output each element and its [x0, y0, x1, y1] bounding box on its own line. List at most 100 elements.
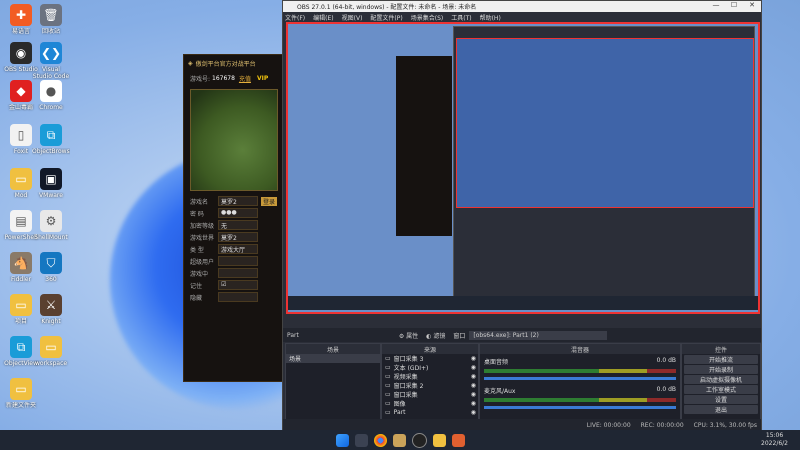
game-link[interactable]: 充值	[239, 74, 251, 83]
volume-meter	[484, 369, 676, 373]
menu-item[interactable]: 编辑(E)	[313, 13, 333, 22]
game-form-value[interactable]	[218, 268, 258, 278]
maximize-icon[interactable]: ☐	[725, 1, 743, 9]
game-form-value[interactable]	[218, 292, 258, 302]
source-item[interactable]: ▭ 文本 (GDI+) ◉	[382, 363, 478, 372]
game-form-row: 游戏中	[184, 267, 284, 279]
visibility-eye-icon[interactable]: ◉	[471, 364, 476, 371]
game-launcher-window[interactable]: ◈ 傲剑平台官方对战平台 游戏号: 167678 充值 VIP 游戏名 莫罗2 登录…	[183, 54, 285, 382]
obs-preview-canvas[interactable]	[286, 22, 760, 314]
folder-taskbar-icon[interactable]	[432, 433, 446, 447]
desktop-icon[interactable]: ▭ 新建文件夹	[2, 378, 40, 416]
obs-window[interactable]: OBS 27.0.1 (64-bit, windows) - 配置文件: 未命名…	[282, 0, 762, 432]
desktop-icon-label: workspace	[34, 360, 68, 367]
desktop-icon[interactable]: ⛉ 360	[32, 252, 70, 290]
control-button[interactable]: 启动虚拟摄像机	[684, 375, 758, 384]
source-item[interactable]: ▭ 窗口采集 3 ◉	[382, 354, 478, 363]
visibility-eye-icon[interactable]: ◉	[471, 355, 476, 362]
system-clock[interactable]: 15:06 2022/6/2	[761, 432, 788, 448]
visibility-eye-icon[interactable]: ◉	[471, 382, 476, 389]
windows-start-icon[interactable]	[335, 433, 349, 447]
source-item[interactable]: ▭ 窗口采集 ◉	[382, 390, 478, 399]
app-taskbar-icon[interactable]	[451, 433, 465, 447]
window-select[interactable]: [obs64.exe]: Part1 (2)	[469, 330, 608, 340]
source-label: Part	[393, 409, 406, 416]
game-login-button[interactable]: 登录	[261, 196, 278, 206]
control-button[interactable]: 设置	[684, 395, 758, 404]
visibility-eye-icon[interactable]: ◉	[471, 391, 476, 398]
minimize-icon[interactable]: —	[707, 1, 725, 9]
visibility-eye-icon[interactable]: ◉	[471, 373, 476, 380]
desktop-icon[interactable]: ▣ VMware	[32, 168, 70, 206]
desktop-app-icon: ⧉	[10, 336, 32, 358]
desktop-icon-label: Knight	[41, 318, 61, 325]
volume-slider[interactable]	[484, 406, 676, 409]
game-form-row: 游戏名 莫罗2 登录	[184, 195, 284, 207]
visibility-eye-icon[interactable]: ◉	[471, 409, 476, 416]
source-type-icon: ▭	[385, 373, 391, 380]
source-type-icon: ▭	[385, 400, 391, 407]
obs-title-bar[interactable]: OBS 27.0.1 (64-bit, windows) - 配置文件: 未命名…	[283, 1, 761, 12]
game-form-value[interactable]: 游戏大厅	[218, 244, 258, 254]
preview-nested-taskbar	[288, 296, 758, 310]
game-form-row: 记住 ☑	[184, 279, 284, 291]
control-button[interactable]: 开始推流	[684, 355, 758, 364]
controls-dock: 控件 开始推流 开始录制 启动虚拟摄像机 工作室模式 设置 退出	[681, 343, 761, 421]
control-button[interactable]: 开始录制	[684, 365, 758, 374]
close-icon[interactable]: ✕	[743, 1, 761, 9]
control-button[interactable]: 工作室模式	[684, 385, 758, 394]
menu-item[interactable]: 文件(F)	[285, 13, 305, 22]
obs-taskbar-icon[interactable]	[411, 432, 427, 448]
game-id-value: 167678	[212, 74, 235, 82]
game-form-value[interactable]	[218, 256, 258, 266]
menu-item[interactable]: 帮助(H)	[480, 13, 501, 22]
menu-item[interactable]: 场景集合(S)	[411, 13, 444, 22]
chrome-icon[interactable]	[373, 433, 387, 447]
desktop-app-icon: ▭	[10, 294, 32, 316]
desktop-icon[interactable]: 🗑 回收站	[32, 4, 70, 42]
game-title: 傲剑平台官方对战平台	[195, 60, 256, 68]
desktop-icon-label: Chrome	[39, 104, 63, 111]
game-form-row: 隐藏	[184, 291, 284, 303]
desktop-icon-label: VMware	[39, 192, 63, 199]
source-item[interactable]: ▭ Part ◉	[382, 408, 478, 417]
mixer-track-header: 麦克风/Aux 0.0 dB	[484, 386, 676, 395]
desktop-icon[interactable]: ⚔ Knight	[32, 294, 70, 332]
desktop-app-icon: ❮❯	[40, 42, 62, 64]
game-form-label: 加密等级	[190, 222, 215, 230]
game-form-value[interactable]: ☑	[218, 280, 258, 290]
desktop-icon[interactable]: ▭ workspace	[32, 336, 70, 374]
game-form-value[interactable]: 莫罗2	[218, 196, 258, 206]
menu-item[interactable]: 配置文件(P)	[370, 13, 402, 22]
game-form-value[interactable]: 莫罗2	[218, 232, 258, 242]
menu-item[interactable]: 视图(V)	[342, 13, 363, 22]
game-taskbar-icon[interactable]	[392, 433, 406, 447]
properties-button[interactable]: ⚙ 属性	[399, 331, 418, 340]
visibility-eye-icon[interactable]: ◉	[471, 400, 476, 407]
game-login-form: 游戏名 莫罗2 登录密 码 ●●● 加密等级无游戏世界 莫罗2 类 型游戏大厅 超级用户 游戏中…	[184, 195, 284, 303]
game-form-value[interactable]: ●●●	[218, 208, 258, 218]
source-label: 窗口采集	[393, 392, 418, 399]
source-item[interactable]: ▭ 视频采集 ◉	[382, 372, 478, 381]
game-form-value[interactable]: 无	[218, 220, 258, 230]
desktop-app-icon: ▭	[10, 378, 32, 400]
menu-item[interactable]: 工具(T)	[451, 13, 471, 22]
source-label: 窗口采集 2	[393, 383, 424, 390]
source-item[interactable]: ▭ 图像 ◉	[382, 399, 478, 408]
desktop-icon[interactable]: ⚙ ShellMount	[32, 210, 70, 248]
scene-item[interactable]: 场景	[286, 354, 380, 363]
game-title-bar[interactable]: ◈ 傲剑平台官方对战平台	[184, 55, 284, 71]
game-form-row: 类 型 游戏大厅	[184, 243, 284, 255]
desktop-icon[interactable]: ❮❯ Visual Studio Code	[32, 42, 70, 80]
filters-button[interactable]: ◐ 滤镜	[426, 331, 445, 340]
volume-slider[interactable]	[484, 377, 676, 380]
control-button[interactable]: 退出	[684, 405, 758, 414]
desktop-icon[interactable]: ● Chrome	[32, 80, 70, 118]
game-form-label: 记住	[190, 282, 203, 290]
desktop-icon[interactable]: ⧉ ObjectBrowser	[32, 124, 70, 162]
game-id-label: 游戏号:	[190, 75, 211, 83]
source-item[interactable]: ▭ 窗口采集 2 ◉	[382, 381, 478, 390]
mixer-track: 桌面音频 0.0 dB	[480, 354, 680, 383]
game-form-row: 密 码 ●●●	[184, 207, 284, 219]
search-icon[interactable]	[354, 433, 368, 447]
